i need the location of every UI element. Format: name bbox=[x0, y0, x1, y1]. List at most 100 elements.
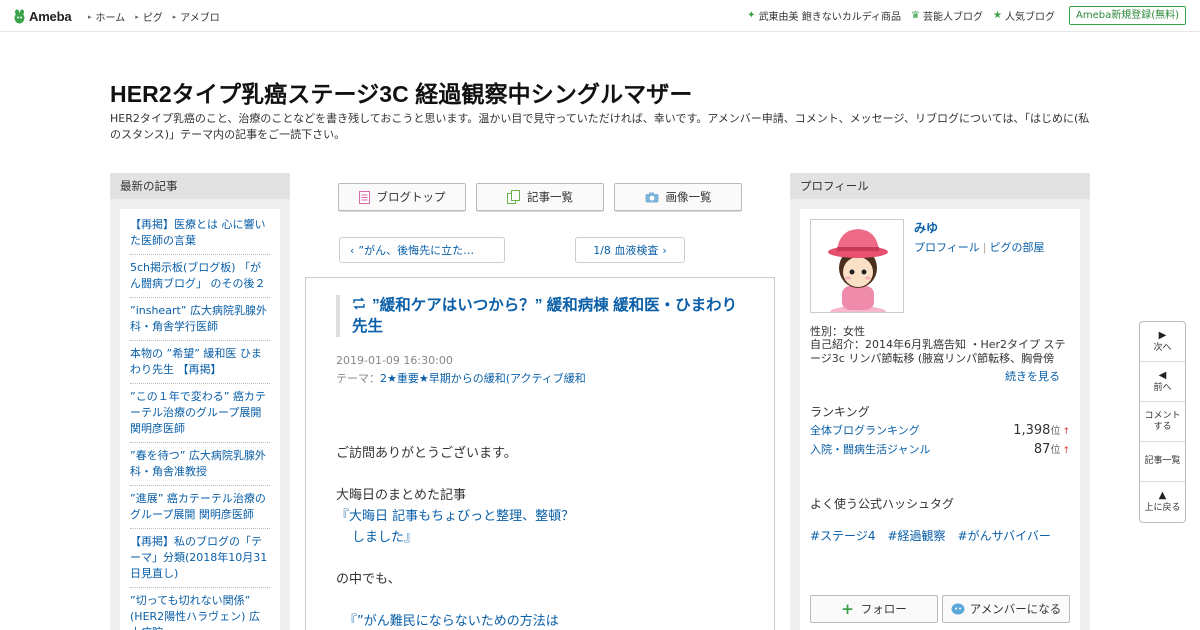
article-date: 2019-01-09 16:30:00 bbox=[336, 354, 453, 367]
recent-article-item[interactable]: 本物の ”希望” 緩和医 ひまわり先生 【再掲】 bbox=[130, 341, 270, 384]
nav-arrow-icon: ▸ bbox=[88, 12, 92, 21]
ranking-value: 1,398位 ↑ bbox=[1013, 422, 1070, 438]
ameba-logo[interactable]: Ameba bbox=[13, 8, 72, 24]
play-right-icon: ▶ bbox=[1158, 329, 1167, 341]
side-prev-label: 前へ bbox=[1153, 382, 1172, 393]
side-comment-label: コメント bbox=[1144, 410, 1181, 421]
recent-article-item[interactable]: ”insheart” 広大病院乳腺外科・角舎学行医師 bbox=[130, 298, 270, 341]
celebrity-blog-label: 芸能人ブログ bbox=[923, 12, 984, 23]
hashtag-heading: よく使う公式ハッシュタグ bbox=[810, 497, 955, 511]
chevron-right-icon: › bbox=[662, 243, 667, 257]
play-left-icon: ◀ bbox=[1158, 369, 1167, 381]
popular-blog-label: 人気ブログ bbox=[1004, 12, 1055, 23]
amember-icon bbox=[951, 603, 965, 615]
copy-icon bbox=[507, 190, 520, 204]
sparkle-icon: ✦ bbox=[747, 10, 756, 21]
article-paragraph: ご訪問ありがとうございます。 bbox=[336, 446, 517, 461]
profile-link[interactable]: プロフィール bbox=[914, 241, 980, 254]
side-next-label: 次へ bbox=[1153, 342, 1172, 353]
camera-icon bbox=[645, 192, 658, 202]
read-more-link[interactable]: 続きを見る bbox=[1005, 368, 1060, 384]
top-right-links: ✦ 武東由美 飽きないカルディ商品 ♛ 芸能人ブログ ★ 人気ブログ Ameba新規登… bbox=[737, 6, 1186, 25]
side-comment-button[interactable]: コメント する bbox=[1140, 402, 1185, 442]
crown-icon: ♛ bbox=[911, 10, 921, 21]
nav-arrow-icon: ▸ bbox=[135, 12, 139, 21]
blog-top-button[interactable]: ブログトップ bbox=[338, 183, 466, 211]
global-header: Ameba ▸ ホーム ▸ ピグ ▸ アメブロ ✦ 武東由美 飽きないカルディ商品 ♛ 芸… bbox=[0, 0, 1200, 32]
article-container: ”緩和ケアはいつから？” 緩和病棟 緩和医・ひまわり先生 2019-01-09 … bbox=[305, 277, 775, 630]
side-prev-button[interactable]: ◀ 前へ bbox=[1140, 362, 1185, 402]
ranking-unit: 位 bbox=[1050, 426, 1061, 437]
next-article-button[interactable]: 1/8 血液検査 › bbox=[575, 237, 685, 263]
register-button[interactable]: Ameba新規登録(無料) bbox=[1068, 6, 1186, 25]
trending-link[interactable]: ✦ 武東由美 飽きないカルディ商品 bbox=[747, 8, 901, 23]
ranking-number: 87 bbox=[1033, 442, 1051, 457]
article-list-button[interactable]: 記事一覧 bbox=[476, 183, 604, 211]
hashtag-list: #ステージ4 #経過観察 #がんサバイバー bbox=[810, 527, 1051, 544]
top-nav: ▸ ホーム ▸ ピグ ▸ アメブロ bbox=[88, 9, 230, 25]
article-theme: テーマ：2★重要★早期からの緩和(アクティブ緩和 bbox=[336, 370, 586, 386]
recent-article-item[interactable]: ”春を待つ” 広大病院乳腺外科・角舎准教授 bbox=[130, 443, 270, 486]
ranking-label[interactable]: 全体ブログランキング bbox=[810, 422, 920, 438]
blog-nav-buttons: ブログトップ 記事一覧 画像一覧 bbox=[338, 183, 742, 211]
nav-pigg[interactable]: ▸ ピグ bbox=[135, 9, 163, 25]
article-link[interactable]: 『大晦日 記事もちょびっと整理、整頓？ bbox=[336, 506, 756, 527]
plus-icon: + bbox=[841, 600, 854, 618]
recent-articles-heading: 最新の記事 bbox=[110, 173, 290, 199]
trending-link-label: 武東由美 飽きないカルディ商品 bbox=[758, 12, 902, 23]
side-top-button[interactable]: ▲ 上に戻る bbox=[1140, 482, 1185, 522]
article-title-text: ”緩和ケアはいつから？” 緩和病棟 緩和医・ひまわり先生 bbox=[352, 297, 738, 335]
nav-ameblo[interactable]: ▸ アメブロ bbox=[172, 9, 220, 25]
celebrity-blog-link[interactable]: ♛ 芸能人ブログ bbox=[911, 8, 983, 23]
article-link[interactable]: 『”がん難民にならないための方法は bbox=[336, 611, 756, 630]
link-separator: | bbox=[982, 241, 987, 254]
nav-ameblo-label: アメブロ bbox=[180, 13, 220, 24]
image-list-label: 画像一覧 bbox=[665, 190, 712, 204]
article-title[interactable]: ”緩和ケアはいつから？” 緩和病棟 緩和医・ひまわり先生 bbox=[352, 295, 746, 337]
article-paragraph: 大晦日のまとめた記事 bbox=[336, 488, 467, 503]
profile-links: プロフィール | ピグの部屋 bbox=[914, 239, 1045, 255]
hashtag-link[interactable]: #経過観察 bbox=[887, 527, 945, 544]
prev-article-label: ”がん、後悔先に立た… bbox=[358, 244, 475, 257]
next-article-label: 1/8 血液検査 bbox=[593, 244, 659, 257]
popular-blog-link[interactable]: ★ 人気ブログ bbox=[993, 8, 1055, 23]
profile-heading: プロフィール bbox=[790, 173, 1090, 199]
profile-name[interactable]: みゆ bbox=[914, 219, 938, 236]
amember-label: アメンバーになる bbox=[969, 602, 1062, 616]
hashtag-link[interactable]: #ステージ4 bbox=[810, 527, 875, 544]
prev-article-button[interactable]: ‹ ”がん、後悔先に立た… bbox=[339, 237, 505, 263]
hashtag-link[interactable]: #がんサバイバー bbox=[958, 527, 1051, 544]
nav-pigg-label: ピグ bbox=[142, 13, 163, 24]
nav-home[interactable]: ▸ ホーム bbox=[88, 9, 125, 25]
ranking-row: 入院・闘病生活ジャンル 87位 ↑ bbox=[810, 441, 1070, 457]
recent-article-item[interactable]: 【再掲】私のブログの「テーマ」分類(2018年10月31日見直し) bbox=[130, 529, 270, 588]
follow-button[interactable]: + フォロー bbox=[810, 595, 938, 623]
blog-description: HER2タイプ乳癌のこと、治療のことなどを書き残しておこうと思います。温かい目で… bbox=[110, 112, 1090, 141]
article-title-wrap: ”緩和ケアはいつから？” 緩和病棟 緩和医・ひまわり先生 bbox=[336, 295, 746, 337]
nav-arrow-icon: ▸ bbox=[172, 12, 177, 21]
recent-article-item[interactable]: ”この１年で変わる” 癌カテーテル治療のグループ展開 関明彦医師 bbox=[130, 384, 270, 443]
side-list-button[interactable]: 記事一覧 bbox=[1140, 442, 1185, 482]
article-link[interactable]: しました』 bbox=[336, 527, 756, 548]
article-list-label: 記事一覧 bbox=[527, 190, 573, 204]
recent-article-item[interactable]: ”切っても切れない関係” (HER2陽性ハラヴェン) 広大病院 bbox=[130, 588, 270, 630]
image-list-button[interactable]: 画像一覧 bbox=[614, 183, 742, 211]
profile-box: みゆ プロフィール | ピグの部屋 性別：女性 自己紹介：2014年6月乳癌告知 ・… bbox=[800, 209, 1080, 630]
recent-article-item[interactable]: 5ch掲示板(ブログ板) 「がん闘病ブログ」 のその後２ bbox=[130, 255, 270, 298]
floating-side-nav: ▶ 次へ ◀ 前へ コメント する 記事一覧 ▲ 上に戻る bbox=[1139, 321, 1186, 523]
ranking-label[interactable]: 入院・闘病生活ジャンル bbox=[810, 441, 930, 457]
profile-gender: 性別：女性 bbox=[810, 325, 865, 338]
ameba-logo-icon bbox=[14, 9, 25, 23]
amember-button[interactable]: アメンバーになる bbox=[942, 595, 1070, 623]
theme-link[interactable]: 2★重要★早期からの緩和(アクティブ緩和 bbox=[380, 372, 586, 385]
recent-article-item[interactable]: 【再掲】医療とは 心に響いた医師の言葉 bbox=[130, 209, 270, 255]
avatar[interactable] bbox=[810, 219, 904, 313]
blog-title[interactable]: HER2タイプ乳癌ステージ3C 経過観察中シングルマザー bbox=[110, 75, 692, 109]
trend-up-icon: ↑ bbox=[1062, 446, 1070, 456]
recent-article-item[interactable]: ”進展” 癌カテーテル治療のグループ展開 関明彦医師 bbox=[130, 486, 270, 529]
reblog-icon bbox=[353, 297, 365, 310]
logo-text: Ameba bbox=[29, 8, 72, 24]
ranking-number: 1,398 bbox=[1013, 423, 1051, 438]
pigg-room-link[interactable]: ピグの部屋 bbox=[990, 241, 1045, 254]
side-next-button[interactable]: ▶ 次へ bbox=[1140, 322, 1185, 362]
